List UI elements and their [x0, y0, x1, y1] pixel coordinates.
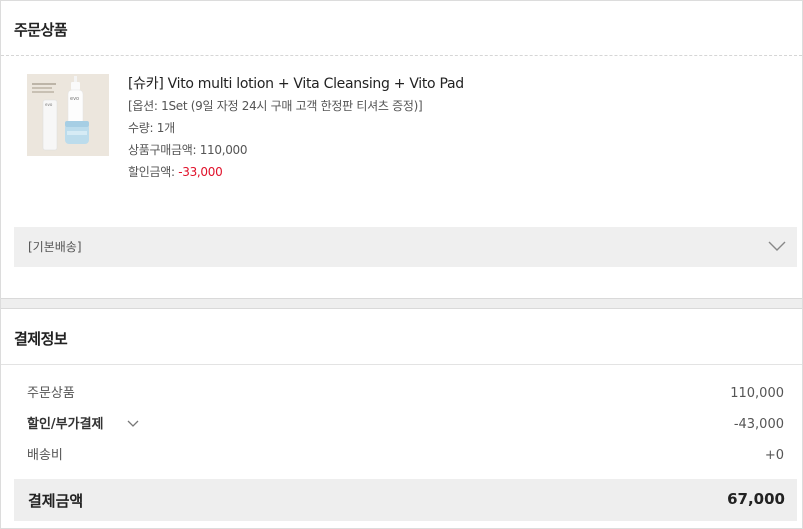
section-gap	[1, 298, 802, 309]
order-summary-page: 주문상품 evo evo [슈카] Vito multi lotion + Vi…	[0, 0, 803, 529]
shipping-accordion[interactable]: [기본배송]	[14, 227, 797, 267]
discount-value: -33,000	[178, 165, 223, 179]
payment-info-title: 결제정보	[14, 330, 68, 348]
payment-row-label: 배송비	[27, 448, 63, 463]
order-products-section: 주문상품 evo evo [슈카] Vito multi lotion + Vi…	[1, 1, 802, 298]
product-option: [옵션: 1Set (9일 자정 24시 구매 고객 한정판 티셔츠 증정)]	[128, 99, 423, 113]
quantity-label: 수량:	[128, 121, 157, 135]
payment-row-value: 110,000	[730, 386, 784, 401]
product-purchase-price: 상품구매금액: 110,000	[128, 139, 768, 161]
svg-text:evo: evo	[45, 102, 53, 107]
total-value: 67,000	[727, 490, 785, 508]
brand-text-on-image: evo	[70, 96, 79, 102]
shipping-label: [기본배송]	[28, 240, 82, 254]
purchase-price-label: 상품구매금액:	[128, 143, 200, 157]
dashed-divider	[1, 55, 802, 56]
payment-row-value: +0	[764, 448, 784, 463]
payment-divider	[1, 364, 802, 365]
payment-row-value: -43,000	[733, 417, 784, 432]
payment-row-shipping: 배송비 +0	[27, 446, 784, 466]
total-label: 결제금액	[28, 492, 84, 510]
payment-row-discount[interactable]: 할인/부가결제 -43,000	[27, 415, 784, 435]
payment-total-bar: 결제금액 67,000	[14, 479, 797, 521]
chevron-down-icon[interactable]	[768, 240, 786, 252]
payment-row-products: 주문상품 110,000	[27, 384, 784, 404]
product-quantity: 수량: 1개	[128, 117, 768, 139]
payment-row-label: 할인/부가결제	[27, 417, 104, 432]
payment-row-label: 주문상품	[27, 386, 75, 401]
order-products-title: 주문상품	[14, 21, 68, 39]
chevron-down-icon[interactable]	[127, 420, 139, 428]
product-discount: 할인금액: -33,000	[128, 161, 768, 183]
product-name-link[interactable]: [슈카] Vito multi lotion + Vita Cleansing …	[128, 73, 768, 95]
product-info: [슈카] Vito multi lotion + Vita Cleansing …	[128, 73, 768, 183]
product-thumbnail[interactable]: evo evo	[27, 74, 109, 156]
discount-label: 할인금액:	[128, 165, 179, 179]
product-photo-image: evo evo	[27, 74, 109, 156]
purchase-price-value: 110,000	[199, 143, 248, 157]
quantity-value: 1개	[156, 121, 175, 135]
payment-info-section: 결제정보 주문상품 110,000 할인/부가결제 -43,000 배송비 +0…	[1, 309, 802, 528]
